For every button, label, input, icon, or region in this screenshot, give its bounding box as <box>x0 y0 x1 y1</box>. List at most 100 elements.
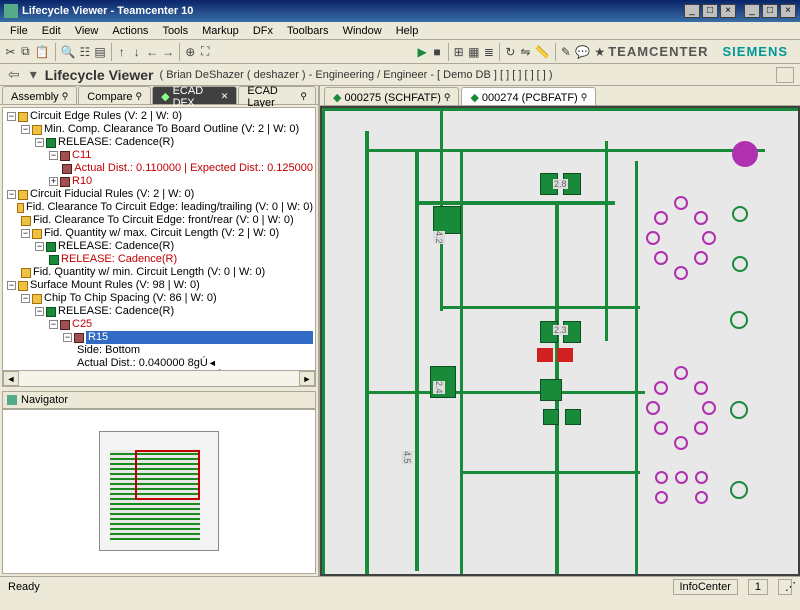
toggle-icon[interactable]: + <box>49 177 58 186</box>
scroll-track[interactable] <box>19 371 299 386</box>
menu-tools[interactable]: Tools <box>156 24 194 38</box>
menu-help[interactable]: Help <box>390 24 425 38</box>
pin-icon[interactable]: ⚲ <box>444 92 451 103</box>
tool-highlight-icon[interactable]: ★ <box>593 42 606 62</box>
window-title: Lifecycle Viewer - Teamcenter 10 <box>22 5 684 17</box>
tab-ecad-dfx[interactable]: ◆ECAD DFX✕ <box>152 86 237 104</box>
tool-rotate-icon[interactable]: ↻ <box>504 42 517 62</box>
tree-node[interactable]: C11 <box>72 149 91 162</box>
tree-node[interactable]: Fid. Quantity w/ max. Circuit Length (V:… <box>44 227 279 240</box>
tool-paste-icon[interactable]: 📋 <box>34 42 51 62</box>
tool-annotate-icon[interactable]: ✎ <box>559 42 572 62</box>
tool-tree-icon[interactable]: ☷ <box>78 42 91 62</box>
toggle-icon[interactable]: − <box>7 281 16 290</box>
navigator-thumbnail[interactable] <box>99 431 219 551</box>
scroll-left-icon[interactable]: ◄ <box>3 371 19 386</box>
minimize-button-outer[interactable]: _ <box>684 4 700 18</box>
pin-icon[interactable]: ⚲ <box>581 92 588 103</box>
toggle-icon[interactable]: − <box>35 242 44 251</box>
pin-icon[interactable]: ⚲ <box>300 91 307 102</box>
tree-node[interactable]: Actual Dist.: 0.110000 | Expected Dist.:… <box>74 162 313 175</box>
tree-detail[interactable]: Actual Dist.: 0.040000 8gÚ <box>77 357 208 370</box>
tab-assembly[interactable]: Assembly⚲ <box>2 86 77 104</box>
toggle-icon[interactable]: − <box>63 333 72 342</box>
pin-icon[interactable]: ⚲ <box>62 91 69 102</box>
close-button[interactable]: × <box>780 4 796 18</box>
tree-node[interactable]: Min. Comp. Clearance To Board Outline (V… <box>44 123 299 136</box>
tab-ecad-layer[interactable]: ECAD Layer⚲ <box>238 86 316 104</box>
tool-fit-icon[interactable]: ⛶ <box>199 42 212 62</box>
menu-file[interactable]: File <box>4 24 34 38</box>
maximize-button[interactable]: □ <box>762 4 778 18</box>
toggle-icon[interactable]: − <box>49 151 58 160</box>
tool-copy-icon[interactable]: ⧉ <box>19 42 32 62</box>
tool-play-icon[interactable]: ▶ <box>416 42 429 62</box>
tool-layer-icon[interactable]: ≣ <box>482 42 495 62</box>
tool-right-icon[interactable]: → <box>161 42 175 62</box>
menu-edit[interactable]: Edit <box>36 24 67 38</box>
tool-flip-icon[interactable]: ⇋ <box>519 42 532 62</box>
navigator-panel[interactable] <box>2 409 316 574</box>
tool-measure-icon[interactable]: 📏 <box>534 42 551 62</box>
close-icon[interactable]: ✕ <box>221 91 229 102</box>
tree-node-selected[interactable]: R15 <box>86 331 313 344</box>
toggle-icon[interactable]: − <box>35 307 44 316</box>
tree-node[interactable]: R10 <box>72 175 92 188</box>
toggle-icon[interactable]: − <box>21 229 30 238</box>
minimize-button[interactable]: _ <box>744 4 760 18</box>
tool-grid-icon[interactable]: ▦ <box>467 42 480 62</box>
tree-node[interactable]: Circuit Fiducial Rules (V: 2 | W: 0) <box>30 188 194 201</box>
maximize-button-outer[interactable]: □ <box>702 4 718 18</box>
tool-stop-icon[interactable]: ■ <box>431 42 444 62</box>
tree-node[interactable]: Fid. Clearance To Circuit Edge: front/re… <box>33 214 294 227</box>
menu-view[interactable]: View <box>69 24 105 38</box>
tree-node[interactable]: Fid. Quantity w/ min. Circuit Length (V:… <box>33 266 265 279</box>
pcb-canvas[interactable]: 2.8 4.2 2.3 2.4 4.5 <box>322 108 798 574</box>
menu-actions[interactable]: Actions <box>106 24 154 38</box>
nav-back-icon[interactable]: ⇦ <box>6 66 22 83</box>
tab-schematic[interactable]: ◆000275 (SCHFATF)⚲ <box>324 87 459 105</box>
scroll-right-icon[interactable]: ► <box>299 371 315 386</box>
navigator-viewport[interactable] <box>135 450 200 500</box>
toggle-icon[interactable]: − <box>21 125 30 134</box>
tool-left-icon[interactable]: ← <box>145 42 159 62</box>
menu-window[interactable]: Window <box>337 24 388 38</box>
tree-node[interactable]: RELEASE: Cadence(R) <box>58 136 174 149</box>
tree-node[interactable]: RELEASE: Cadence(R) <box>58 240 174 253</box>
menu-markup[interactable]: Markup <box>196 24 245 38</box>
toggle-icon[interactable]: − <box>21 294 30 303</box>
tree-node[interactable]: Surface Mount Rules (V: 98 | W: 0) <box>30 279 200 292</box>
close-button-outer[interactable]: × <box>720 4 736 18</box>
tab-compare[interactable]: Compare⚲ <box>78 86 151 104</box>
toolbar: ✂ ⧉ 📋 🔍 ☷ ▤ ↑ ↓ ← → ⊕ ⛶ ▶ ■ ⊞ ▦ ≣ ↻ ⇋ 📏 … <box>0 40 800 64</box>
nav-fwd-icon[interactable]: ▾ <box>28 66 39 83</box>
toggle-icon[interactable]: − <box>49 320 58 329</box>
status-infocenter[interactable]: InfoCenter <box>673 579 738 595</box>
brand-siemens: SIEMENS <box>723 44 789 59</box>
tree-node[interactable]: RELEASE: Cadence(R) <box>58 305 174 318</box>
rules-tree[interactable]: −Circuit Edge Rules (V: 2 | W: 0) −Min. … <box>2 107 316 387</box>
tool-comment-icon[interactable]: 💬 <box>574 42 591 62</box>
tool-down-icon[interactable]: ↓ <box>130 42 143 62</box>
tree-node[interactable]: C25 <box>72 318 92 331</box>
tree-node[interactable]: Fid. Clearance To Circuit Edge: leading/… <box>26 201 313 214</box>
tool-up-icon[interactable]: ↑ <box>115 42 128 62</box>
status-resize-grip-icon[interactable]: ⋰ <box>778 579 792 595</box>
tool-search-icon[interactable]: 🔍 <box>59 42 76 62</box>
tool-props-icon[interactable]: ▤ <box>93 42 106 62</box>
toggle-icon[interactable]: − <box>35 138 44 147</box>
menu-dfx[interactable]: DFx <box>247 24 279 38</box>
toggle-icon[interactable]: − <box>7 190 16 199</box>
pin-icon[interactable]: ⚲ <box>136 91 143 102</box>
tool-zoom-icon[interactable]: ⊕ <box>184 42 197 62</box>
tree-detail[interactable]: Side: Bottom <box>77 344 140 357</box>
toggle-icon[interactable]: − <box>7 112 16 121</box>
tool-cut-icon[interactable]: ✂ <box>4 42 17 62</box>
tree-node[interactable]: RELEASE: Cadence(R) <box>61 253 177 266</box>
tree-node[interactable]: Circuit Edge Rules (V: 2 | W: 0) <box>30 110 182 123</box>
tree-node[interactable]: Chip To Chip Spacing (V: 86 | W: 0) <box>44 292 217 305</box>
tab-pcb[interactable]: ◆000274 (PCBFATF)⚲ <box>461 87 596 105</box>
menu-toolbars[interactable]: Toolbars <box>281 24 335 38</box>
tool-snap-icon[interactable]: ⊞ <box>452 42 465 62</box>
layout-toggle-icon[interactable] <box>776 67 794 83</box>
